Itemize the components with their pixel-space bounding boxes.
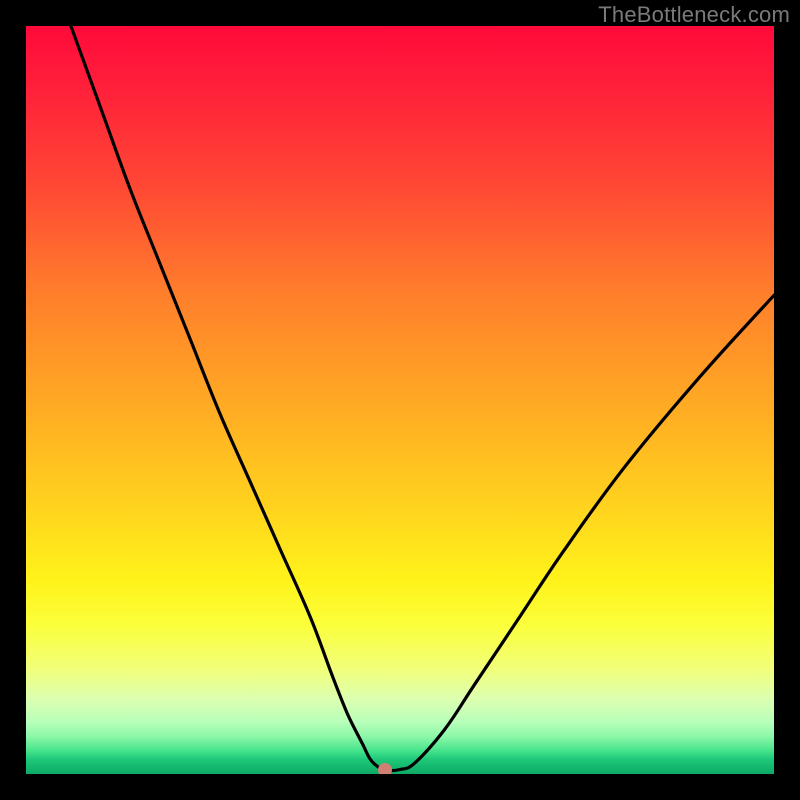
bottleneck-marker-dot [378,763,392,774]
plot-area [26,26,774,774]
chart-canvas: TheBottleneck.com [0,0,800,800]
bottleneck-curve [26,26,774,774]
watermark-text: TheBottleneck.com [598,2,790,28]
